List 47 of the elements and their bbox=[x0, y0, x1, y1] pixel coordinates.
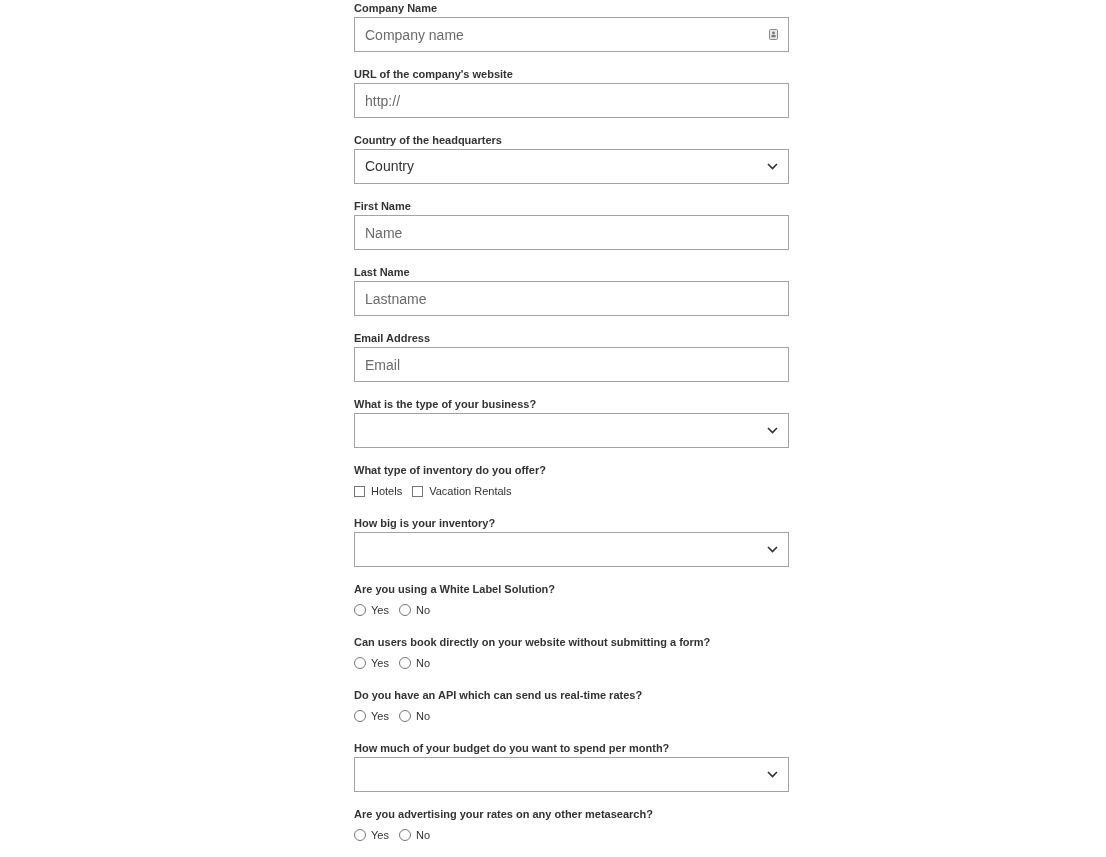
radio-button[interactable] bbox=[398, 829, 411, 841]
chevron-down-icon bbox=[767, 427, 778, 434]
radio-button[interactable] bbox=[354, 710, 366, 722]
radio-label[interactable]: No bbox=[415, 603, 430, 617]
checkbox-label[interactable]: Hotels bbox=[371, 484, 403, 498]
radio-button[interactable] bbox=[354, 657, 366, 669]
checkbox[interactable] bbox=[412, 485, 424, 497]
radio-button[interactable] bbox=[398, 710, 411, 722]
field-label: Country of the headquarters bbox=[354, 133, 502, 147]
radio-label[interactable]: No bbox=[415, 828, 430, 842]
field-label: How much of your budget do you want to spend per month? bbox=[354, 741, 670, 755]
field-label: Can users book directly on your website without submitting a form? bbox=[354, 635, 711, 649]
field-label: How big is your inventory? bbox=[354, 516, 496, 530]
field-label: What is the type of your business? bbox=[354, 397, 537, 411]
radio-label[interactable]: Yes bbox=[371, 656, 389, 670]
field-label: Company Name bbox=[354, 1, 438, 15]
text-input-field[interactable]: Email bbox=[354, 347, 789, 382]
field-label: Are you advertising your rates on any other metasearch? bbox=[354, 807, 653, 821]
checkbox-label[interactable]: Vacation Rentals bbox=[429, 484, 512, 498]
select-dropdown[interactable] bbox=[354, 532, 789, 567]
chevron-down-icon bbox=[767, 163, 778, 170]
field-label: Do you have an API which can send us real-time rates? bbox=[354, 688, 643, 702]
radio-label[interactable]: No bbox=[415, 709, 430, 723]
field-label: First Name bbox=[354, 199, 411, 213]
chevron-down-icon bbox=[767, 771, 778, 778]
select-dropdown[interactable] bbox=[354, 757, 789, 792]
select-dropdown[interactable]: Country bbox=[354, 149, 789, 184]
chevron-down-icon bbox=[767, 546, 778, 553]
radio-label[interactable]: No bbox=[415, 656, 430, 670]
radio-button[interactable] bbox=[354, 604, 366, 616]
text-input-field[interactable]: http:// bbox=[354, 83, 789, 118]
field-label: Last Name bbox=[354, 265, 410, 279]
select-dropdown[interactable] bbox=[354, 413, 789, 448]
field-label: What type of inventory do you offer? bbox=[354, 463, 546, 477]
radio-button[interactable] bbox=[354, 829, 366, 841]
radio-label[interactable]: Yes bbox=[371, 709, 389, 723]
text-input-field[interactable]: Company name bbox=[354, 17, 789, 52]
radio-label[interactable]: Yes bbox=[371, 603, 389, 617]
text-input-field[interactable]: Name bbox=[354, 215, 789, 250]
field-label: Email Address bbox=[354, 331, 430, 345]
field-label: Are you using a White Label Solution? bbox=[354, 582, 556, 596]
radio-label[interactable]: Yes bbox=[371, 828, 389, 842]
text-input-field[interactable]: Lastname bbox=[354, 281, 789, 316]
checkbox[interactable] bbox=[354, 485, 365, 497]
radio-button[interactable] bbox=[398, 657, 411, 669]
field-label: URL of the company's website bbox=[354, 67, 513, 81]
radio-button[interactable] bbox=[398, 604, 411, 616]
